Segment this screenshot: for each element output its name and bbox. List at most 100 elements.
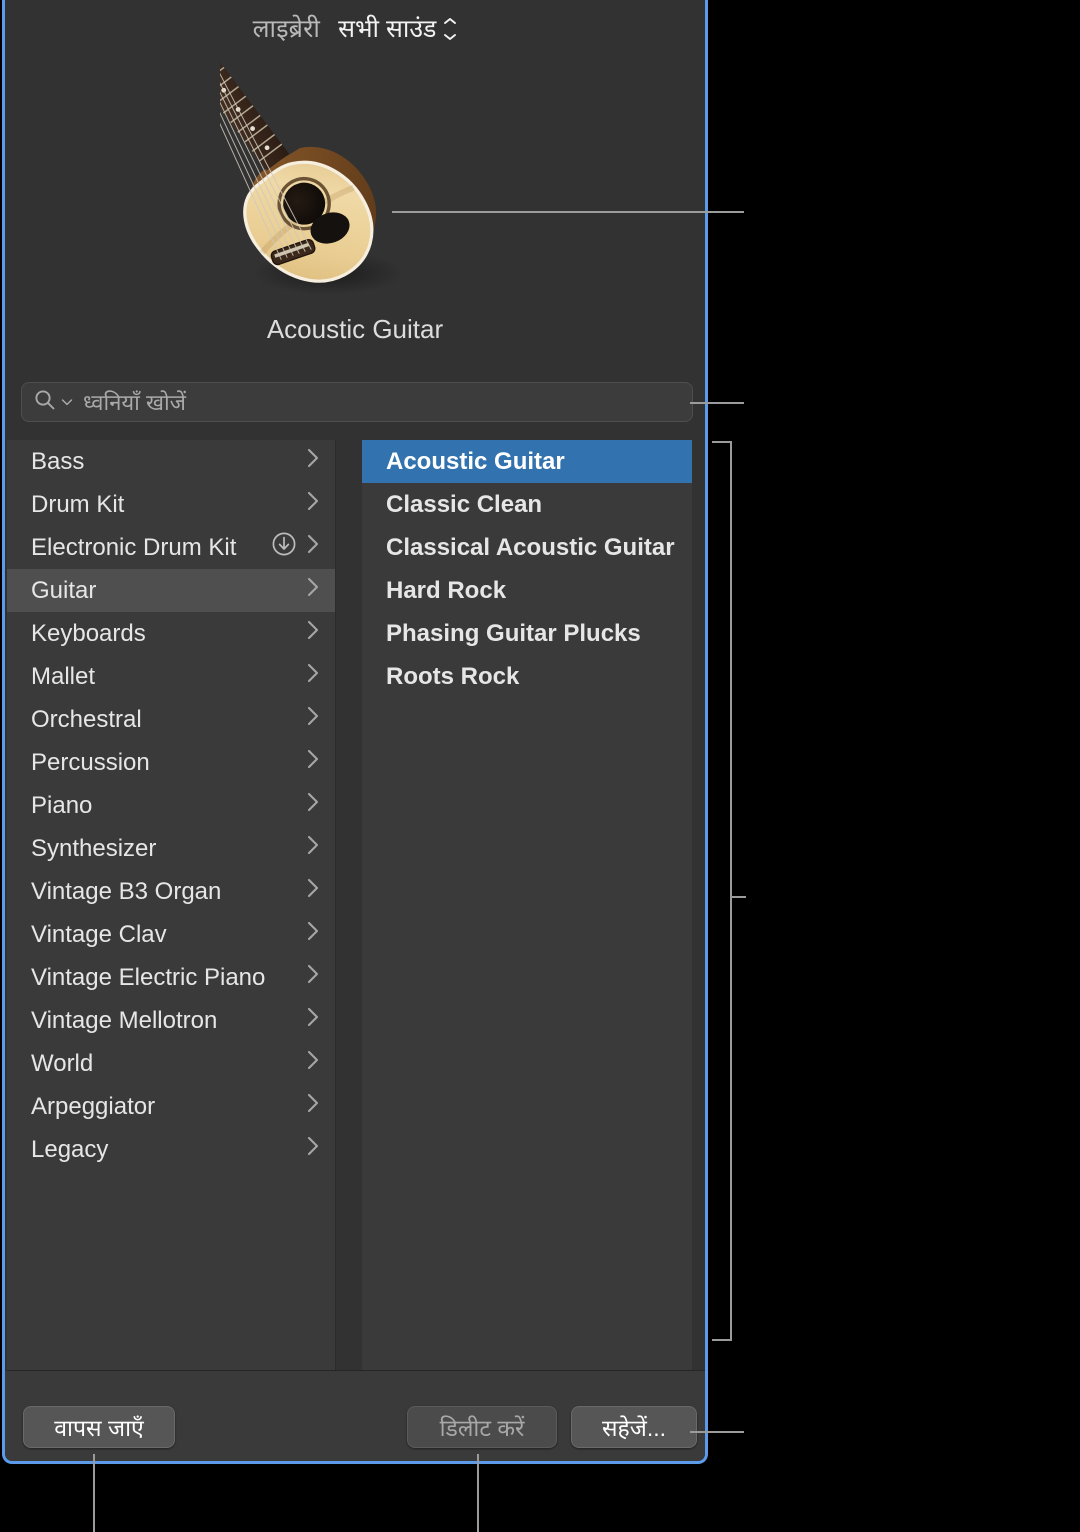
- patch-row[interactable]: Phasing Guitar Plucks: [362, 612, 692, 655]
- instrument-preview: Acoustic Guitar: [5, 56, 705, 358]
- chevron-right-icon[interactable]: [305, 1005, 321, 1036]
- category-icons: [305, 575, 321, 606]
- category-row[interactable]: Vintage Clav: [7, 913, 335, 956]
- patch-column[interactable]: Acoustic Guitar Classic Clean Classical Ac…: [362, 440, 692, 1370]
- chevron-right-icon[interactable]: [305, 661, 321, 692]
- callout-line-search: [690, 402, 744, 404]
- up-down-chevron-icon: [443, 17, 457, 40]
- sound-browser: Bass Drum Kit Electronic Drum Kit Guitar Key…: [7, 440, 703, 1370]
- callout-line-revert: [93, 1454, 95, 1532]
- category-icons: [305, 704, 321, 735]
- callout-bracket-browser-tick: [730, 896, 746, 898]
- category-icons: [305, 489, 321, 520]
- category-label: Piano: [31, 791, 93, 819]
- category-label: Vintage Mellotron: [31, 1006, 218, 1034]
- footer-bar: वापस जाएँ डिलीट करें सहेजें...: [5, 1371, 705, 1461]
- chevron-right-icon[interactable]: [305, 747, 321, 778]
- acoustic-guitar-image: [220, 58, 404, 295]
- chevron-right-icon[interactable]: [305, 790, 321, 821]
- category-label: Keyboards: [31, 619, 146, 647]
- category-icons: [305, 1091, 321, 1122]
- chevron-down-icon[interactable]: [61, 393, 73, 411]
- chevron-right-icon[interactable]: [305, 489, 321, 520]
- library-window: लाइब्रेरी सभी साउंड Acoustic Guitar ध्वन…: [2, 0, 708, 1464]
- search-icon[interactable]: [34, 389, 56, 416]
- category-row[interactable]: Drum Kit: [7, 483, 335, 526]
- chevron-right-icon[interactable]: [305, 446, 321, 477]
- category-icons: [271, 531, 321, 564]
- category-icons: [305, 1005, 321, 1036]
- sound-set-selector[interactable]: सभी साउंड: [338, 11, 457, 45]
- search-row: ध्वनियाँ खोजें: [5, 382, 705, 424]
- category-label: Mallet: [31, 662, 96, 690]
- library-header: लाइब्रेरी सभी साउंड: [5, 0, 705, 56]
- category-row[interactable]: Vintage B3 Organ: [7, 870, 335, 913]
- chevron-right-icon[interactable]: [305, 532, 321, 563]
- category-row[interactable]: Percussion: [7, 741, 335, 784]
- sound-set-selector-label: सभी साउंड: [338, 15, 437, 43]
- category-icons: [305, 962, 321, 993]
- category-label: Drum Kit: [31, 490, 125, 518]
- category-label: Guitar: [31, 576, 97, 604]
- revert-button[interactable]: वापस जाएँ: [23, 1406, 175, 1448]
- save-button[interactable]: सहेजें...: [571, 1406, 697, 1448]
- callout-line-save: [690, 1431, 744, 1433]
- category-row[interactable]: World: [7, 1042, 335, 1085]
- chevron-right-icon[interactable]: [305, 919, 321, 950]
- chevron-right-icon[interactable]: [305, 833, 321, 864]
- category-row[interactable]: Vintage Electric Piano: [7, 956, 335, 999]
- category-icons: [305, 747, 321, 778]
- category-row[interactable]: Guitar: [7, 569, 335, 612]
- chevron-right-icon[interactable]: [305, 876, 321, 907]
- category-icons: [305, 833, 321, 864]
- category-row[interactable]: Electronic Drum Kit: [7, 526, 335, 569]
- chevron-right-icon[interactable]: [305, 1048, 321, 1079]
- category-label: Arpeggiator: [31, 1092, 156, 1120]
- category-label: Bass: [31, 447, 85, 475]
- column-divider: [336, 440, 362, 1370]
- chevron-right-icon[interactable]: [305, 618, 321, 649]
- callout-bracket-browser-vertical: [730, 441, 732, 1341]
- search-placeholder: ध्वनियाँ खोजें: [83, 390, 187, 415]
- chevron-right-icon[interactable]: [305, 1091, 321, 1122]
- category-row[interactable]: Piano: [7, 784, 335, 827]
- category-row[interactable]: Orchestral: [7, 698, 335, 741]
- callout-bracket-browser-bottom: [712, 1339, 732, 1341]
- search-input[interactable]: ध्वनियाँ खोजें: [21, 382, 693, 422]
- chevron-right-icon[interactable]: [305, 1134, 321, 1165]
- patch-row[interactable]: Roots Rock: [362, 655, 692, 698]
- category-row[interactable]: Mallet: [7, 655, 335, 698]
- category-icons: [305, 661, 321, 692]
- category-row[interactable]: Bass: [7, 440, 335, 483]
- category-icons: [305, 446, 321, 477]
- patch-row[interactable]: Hard Rock: [362, 569, 692, 612]
- category-row[interactable]: Vintage Mellotron: [7, 999, 335, 1042]
- patch-row[interactable]: Acoustic Guitar: [362, 440, 692, 483]
- category-row[interactable]: Synthesizer: [7, 827, 335, 870]
- category-label: Orchestral: [31, 705, 142, 733]
- patch-row[interactable]: Classic Clean: [362, 483, 692, 526]
- category-label: Percussion: [31, 748, 150, 776]
- delete-button[interactable]: डिलीट करें: [407, 1406, 557, 1448]
- chevron-right-icon[interactable]: [305, 962, 321, 993]
- category-icons: [305, 1048, 321, 1079]
- category-icons: [305, 618, 321, 649]
- library-title: लाइब्रेरी: [252, 15, 321, 43]
- category-label: Legacy: [31, 1135, 109, 1163]
- chevron-right-icon[interactable]: [305, 704, 321, 735]
- instrument-name: Acoustic Guitar: [266, 314, 444, 344]
- category-label: Vintage Electric Piano: [31, 963, 266, 991]
- download-icon[interactable]: [271, 531, 297, 564]
- category-row[interactable]: Keyboards: [7, 612, 335, 655]
- chevron-right-icon[interactable]: [305, 575, 321, 606]
- category-row[interactable]: Legacy: [7, 1128, 335, 1171]
- patch-row[interactable]: Classical Acoustic Guitar: [362, 526, 692, 569]
- callout-line-delete: [477, 1454, 479, 1532]
- category-column[interactable]: Bass Drum Kit Electronic Drum Kit Guitar Key…: [7, 440, 336, 1370]
- category-icons: [305, 876, 321, 907]
- category-icons: [305, 1134, 321, 1165]
- category-icons: [305, 790, 321, 821]
- category-row[interactable]: Arpeggiator: [7, 1085, 335, 1128]
- category-label: World: [31, 1049, 94, 1077]
- category-label: Electronic Drum Kit: [31, 533, 237, 561]
